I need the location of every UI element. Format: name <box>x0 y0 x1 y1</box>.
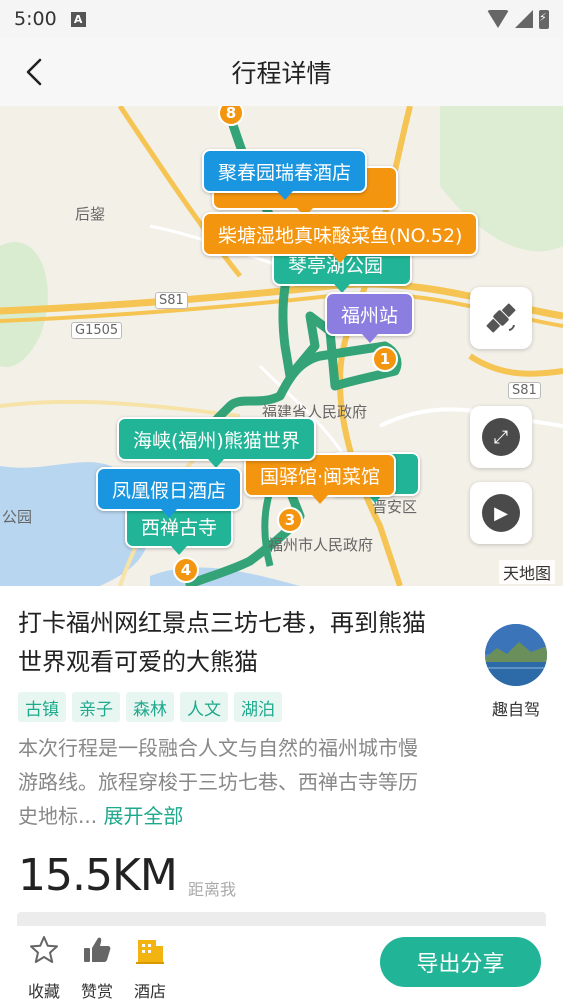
poi-bubble-chaitang[interactable]: 柴塘湿地真味酸菜鱼(NO.52) <box>202 212 479 263</box>
status-bar: 5:00 A <box>0 0 563 38</box>
avatar-image <box>485 624 547 686</box>
tag: 人文 <box>180 692 228 722</box>
reward-label: 赞赏 <box>80 982 113 1000</box>
route-map[interactable]: 后鋆 S81 G1505 S81 公园 福州市人民政府 福建省人民政府 晋安区 … <box>0 106 563 586</box>
reward-button[interactable]: 赞赏 <box>75 934 119 1000</box>
header: 行程详情 <box>0 38 563 106</box>
trip-distance: 15.5KM <box>18 850 178 901</box>
poi-bubble-fuzhou-station[interactable]: 福州站 <box>325 292 415 343</box>
play-icon: ▶ <box>482 494 520 532</box>
map-label-s81-right: S81 <box>508 382 541 399</box>
notification-icon: A <box>70 11 86 27</box>
map-label-houguan: 后鋆 <box>75 205 106 223</box>
author-name: 趣自驾 <box>491 700 540 719</box>
export-share-button[interactable]: 导出分享 <box>380 937 541 987</box>
satellite-icon <box>486 303 516 333</box>
status-indicators <box>487 9 549 29</box>
poi-bubble-phoenix[interactable]: 凤凰假日酒店 <box>96 467 243 518</box>
favorite-label: 收藏 <box>27 982 60 1000</box>
tag-list: 古镇 亲子 森林 人文 湖泊 <box>18 692 282 722</box>
route-pin-1[interactable]: 1 <box>372 346 398 372</box>
hotel-button[interactable]: 酒店 <box>128 934 172 1000</box>
distance-label: 距离我 <box>188 880 237 899</box>
tag: 古镇 <box>18 692 66 722</box>
fullscreen-button[interactable]: ⤢ <box>470 406 532 468</box>
satellite-button[interactable] <box>470 287 532 349</box>
poi-bubble-panda[interactable]: 海峡(福州)熊猫世界 <box>117 417 316 468</box>
star-icon <box>30 936 58 963</box>
wifi-icon <box>487 10 509 28</box>
bottom-action-bar: 收藏 赞赏 酒店 导出分享 <box>0 926 563 1000</box>
expand-icon: ⤢ <box>482 418 520 456</box>
trip-description: 本次行程是一段融合人文与自然的福州城市慢游路线。旅程穿梭于三坊七巷、西禅古寺等历… <box>18 731 428 833</box>
hotel-icon <box>136 940 164 964</box>
poi-bubble-jucun[interactable]: 聚春园瑞春酒店 <box>202 149 368 200</box>
route-pin-3[interactable]: 3 <box>277 507 303 533</box>
favorite-button[interactable]: 收藏 <box>22 934 66 1000</box>
trip-title: 打卡福州网红景点三坊七巷，再到熊猫世界观看可爱的大熊猫 <box>18 609 426 676</box>
hotel-label: 酒店 <box>133 982 166 1000</box>
route-pin-4[interactable]: 4 <box>173 557 199 583</box>
map-label-g1505: G1505 <box>71 322 123 339</box>
avatar[interactable] <box>485 624 547 686</box>
expand-all-link[interactable]: 展开全部 <box>103 804 183 828</box>
trip-description-text: 本次行程是一段融合人文与自然的福州城市慢游路线。旅程穿梭于三坊七巷、西禅古寺等历… <box>18 736 418 828</box>
thumbs-up-icon <box>84 937 111 962</box>
tag: 湖泊 <box>234 692 282 722</box>
author[interactable]: 趣自驾 <box>484 624 548 720</box>
signal-icon <box>515 10 533 28</box>
map-source-label: 天地图 <box>498 560 555 584</box>
battery-icon <box>539 9 549 29</box>
map-label-park: 公园 <box>2 508 33 526</box>
tag: 森林 <box>126 692 174 722</box>
play-route-button[interactable]: ▶ <box>470 482 532 544</box>
section-divider <box>17 912 546 926</box>
map-label-municipal: 福州市人民政府 <box>268 536 374 554</box>
map-label-s81: S81 <box>155 292 188 309</box>
status-time: 5:00 <box>14 8 57 30</box>
page-title: 行程详情 <box>231 59 332 88</box>
tag: 亲子 <box>72 692 120 722</box>
